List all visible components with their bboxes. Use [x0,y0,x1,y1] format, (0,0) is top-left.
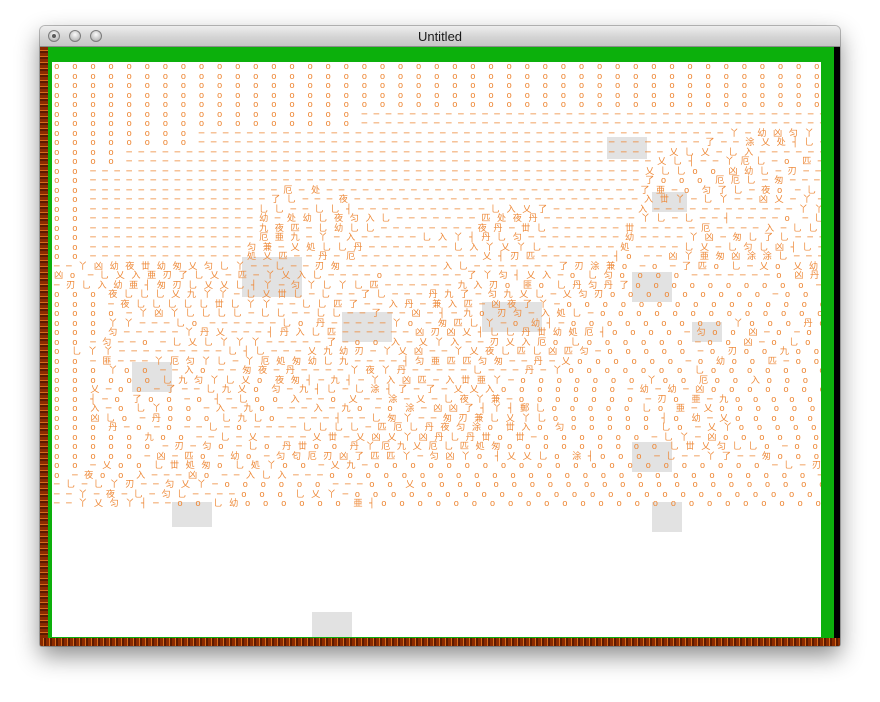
window-title: Untitled [417,29,463,44]
ascii-art-canvas[interactable]: o o o o o o o o o o o o o o o o o o o o … [52,62,821,637]
content-area: o o o o o o o o o o o o o o o o o o o o … [40,47,840,646]
ascii-art-text: o o o o o o o o o o o o o o o o o o o o … [54,62,821,509]
title-bar[interactable]: Untitled [40,26,840,47]
left-border-strip [40,47,48,646]
app-window: Untitled o o o o o o o o o o o o o o o o… [40,26,840,646]
ascii-row: ─ ─ 丫 乂 匀 丫 ┤ ─ ─ o o 乚 幼 o o o o o o 亜 … [54,498,821,509]
bottom-border-strip [40,638,840,646]
right-border-strip [828,47,840,646]
